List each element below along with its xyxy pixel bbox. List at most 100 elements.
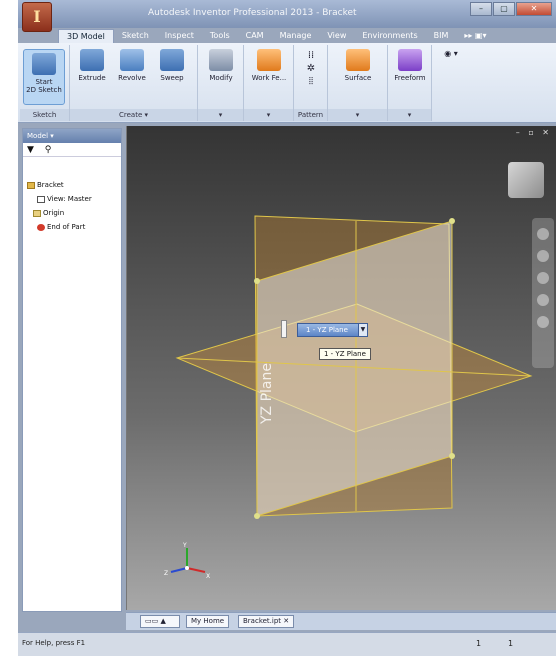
tab-inspect[interactable]: Inspect [157, 29, 202, 43]
yz-plane-watermark: YZ Plane [259, 363, 275, 424]
close-tab-icon[interactable]: ✕ [283, 617, 289, 625]
work-plane-icon [257, 49, 281, 71]
application-menu-button[interactable]: I [22, 2, 52, 32]
work-group-expander[interactable]: ▾ [244, 109, 293, 121]
extrude-label: Extrude [78, 74, 106, 82]
triad-z-axis [170, 567, 188, 573]
tree-item-origin[interactable]: Origin [33, 209, 64, 217]
maximize-button[interactable]: ▢ [493, 2, 515, 16]
label-grip[interactable] [281, 320, 287, 338]
origin-planes [175, 215, 533, 519]
circular-pattern-icon: ✲ [306, 63, 316, 74]
revolve-button[interactable]: Revolve [114, 49, 150, 82]
triad-x-axis [186, 567, 206, 573]
extra-group: ◉ ▾ [432, 45, 472, 121]
doc-tab-my-home[interactable]: My Home [186, 615, 230, 628]
tree-item-view[interactable]: View: Master [37, 195, 92, 203]
plane-label-chip[interactable]: 1 - YZ Plane ▼ [297, 323, 368, 337]
status-bar: For Help, press F1 1 1 [18, 632, 556, 656]
triad-origin [185, 566, 189, 570]
tree-label: View: Master [47, 195, 92, 203]
filter-icon[interactable]: ▼ [27, 145, 34, 155]
title-bar: Autodesk Inventor Professional 2013 - Br… [18, 0, 556, 28]
sketch-group: Start 2D Sketch Sketch [20, 45, 70, 121]
tab-3d-model[interactable]: 3D Model [58, 29, 114, 43]
model-browser: Model ▾ ▼ ⚲ Bracket View: Master Origin … [22, 128, 122, 612]
ribbon-tabs: 3D Model Sketch Inspect Tools CAM Manage… [58, 29, 556, 43]
application-window: Autodesk Inventor Professional 2013 - Br… [18, 0, 556, 656]
surface-icon [346, 49, 370, 71]
tree-item-end-of-part[interactable]: End of Part [37, 223, 85, 231]
tree-label: Origin [43, 209, 65, 217]
extrude-button[interactable]: Extrude [74, 49, 110, 82]
work-features-button[interactable]: Work Fe... [248, 49, 290, 82]
part-icon [27, 181, 35, 189]
extra-dropdown[interactable]: ◉ ▾ [436, 49, 466, 58]
rectangular-pattern-icon: ⁞⁞ [307, 50, 315, 61]
sweep-icon [160, 49, 184, 71]
pattern-tools[interactable]: ⁞⁞ ✲ ⦙⦙ [300, 49, 322, 88]
sweep-button[interactable]: Sweep [154, 49, 190, 82]
triad-x-label: X [206, 573, 210, 580]
tab-sketch[interactable]: Sketch [114, 29, 157, 43]
modify-group-expander[interactable]: ▾ [198, 109, 243, 121]
tree-label: Bracket [37, 181, 64, 189]
tab-nav-buttons[interactable]: ▭▭ ▲ [140, 615, 180, 628]
freeform-button[interactable]: Freeform [390, 49, 430, 82]
tab-bim[interactable]: BIM [426, 29, 457, 43]
create-group-label[interactable]: Create ▾ [70, 109, 197, 121]
plane-label-text: 1 - YZ Plane [306, 326, 348, 334]
triad-z-label: Z [164, 570, 168, 577]
tab-view[interactable]: View [319, 29, 354, 43]
pattern-group-label: Pattern [294, 109, 327, 121]
find-icon[interactable]: ⚲ [45, 145, 52, 155]
freeform-label: Freeform [394, 74, 426, 82]
view-icon [37, 195, 45, 203]
end-of-part-icon [37, 223, 45, 231]
tab-environments[interactable]: Environments [354, 29, 425, 43]
corner-grip[interactable] [254, 278, 260, 284]
tab-cam[interactable]: CAM [238, 29, 272, 43]
doc-tab-bracket[interactable]: Bracket.ipt ✕ [238, 615, 295, 628]
modify-group: Modify ▾ [198, 45, 244, 121]
triad-y-label: Y [182, 542, 187, 549]
corner-grip[interactable] [449, 218, 455, 224]
chevron-down-icon[interactable]: ▼ [357, 323, 368, 337]
tree-item-bracket[interactable]: Bracket [27, 181, 64, 189]
freeform-group-expander[interactable]: ▾ [388, 109, 431, 121]
plane-tooltip: 1 - YZ Plane [319, 348, 371, 360]
revolve-label: Revolve [118, 74, 146, 82]
tab-overflow[interactable]: ▸▸ ▣▾ [456, 29, 494, 43]
minimize-button[interactable]: – [470, 2, 492, 16]
pattern-group: ⁞⁞ ✲ ⦙⦙ Pattern [294, 45, 328, 121]
folder-icon [33, 209, 41, 217]
corner-grip[interactable] [449, 453, 455, 459]
create-group: Extrude Revolve Sweep Create ▾ [70, 45, 198, 121]
modify-button[interactable]: Modify [202, 49, 240, 82]
browser-header[interactable]: Model ▾ [23, 129, 121, 143]
tab-tools[interactable]: Tools [202, 29, 238, 43]
status-help-text: For Help, press F1 [22, 639, 86, 647]
browser-toolbar: ▼ ⚲ [23, 143, 121, 157]
surface-label: Surface [344, 74, 372, 82]
surface-button[interactable]: Surface [336, 49, 380, 82]
surface-group: Surface ▾ [328, 45, 388, 121]
close-button[interactable]: ✕ [516, 2, 552, 16]
sketch-icon [32, 53, 56, 75]
surface-group-expander[interactable]: ▾ [328, 109, 387, 121]
tree-label: End of Part [47, 223, 86, 231]
extrude-icon [80, 49, 104, 71]
modify-icon [209, 49, 233, 71]
work-features-group: Work Fe... ▾ [244, 45, 294, 121]
mirror-icon: ⦙⦙ [308, 76, 314, 87]
work-features-label: Work Fe... [251, 74, 287, 82]
sketch-group-label: Sketch [20, 109, 69, 121]
tab-manage[interactable]: Manage [272, 29, 320, 43]
doc-tab-label: Bracket.ipt [243, 617, 282, 625]
graphics-viewport[interactable]: – ▫ ✕ 1 - YZ Plane ▼ 1 - YZ Plane YZ Pla [126, 126, 556, 610]
corner-grip[interactable] [254, 513, 260, 519]
document-tab-bar: ▭▭ ▲ My Home Bracket.ipt ✕ [126, 612, 556, 630]
modify-label: Modify [209, 74, 233, 82]
start-2d-sketch-button[interactable]: Start 2D Sketch [23, 49, 65, 105]
window-title: Autodesk Inventor Professional 2013 - Br… [148, 8, 357, 18]
